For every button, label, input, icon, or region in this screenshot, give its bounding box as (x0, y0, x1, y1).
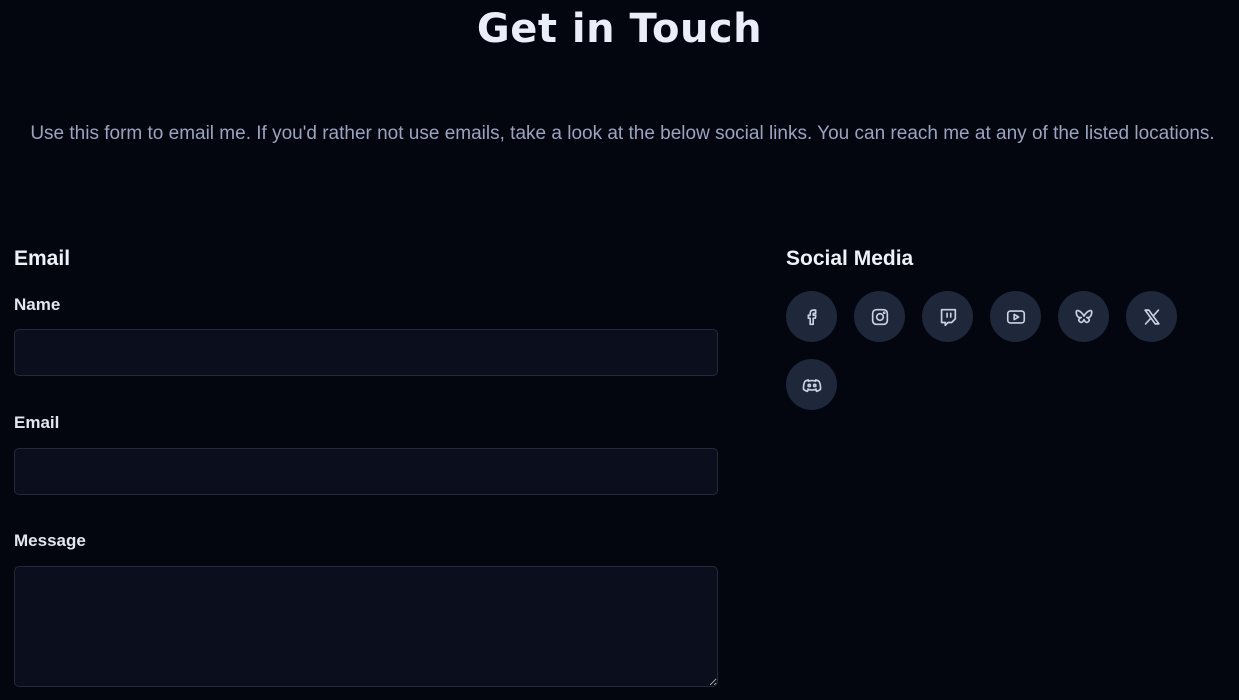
facebook-link[interactable] (786, 291, 837, 342)
discord-link[interactable] (786, 359, 837, 410)
instagram-icon (871, 308, 888, 325)
twitch-link[interactable] (922, 291, 973, 342)
message-textarea[interactable] (14, 566, 718, 687)
intro-text: Use this form to email me. If you'd rath… (30, 123, 1215, 144)
message-label: Message (14, 531, 86, 550)
social-section-heading: Social Media (786, 247, 914, 270)
name-input[interactable] (14, 329, 718, 376)
youtube-link[interactable] (990, 291, 1041, 342)
bluesky-icon (1074, 309, 1093, 323)
name-label: Name (14, 295, 61, 314)
twitch-icon (940, 308, 956, 326)
x-link[interactable] (1126, 291, 1177, 342)
discord-icon (802, 378, 821, 392)
bluesky-link[interactable] (1058, 291, 1109, 342)
x-icon (1143, 308, 1160, 325)
email-input[interactable] (14, 448, 718, 495)
social-links (786, 291, 1206, 410)
email-label: Email (14, 413, 60, 432)
instagram-link[interactable] (854, 291, 905, 342)
page-title: Get in Touch (476, 6, 763, 52)
facebook-icon (807, 308, 817, 325)
contact-page: Get in Touch Use this form to email me. … (0, 0, 1239, 700)
email-section-heading: Email (14, 247, 71, 270)
youtube-icon (1006, 309, 1025, 324)
